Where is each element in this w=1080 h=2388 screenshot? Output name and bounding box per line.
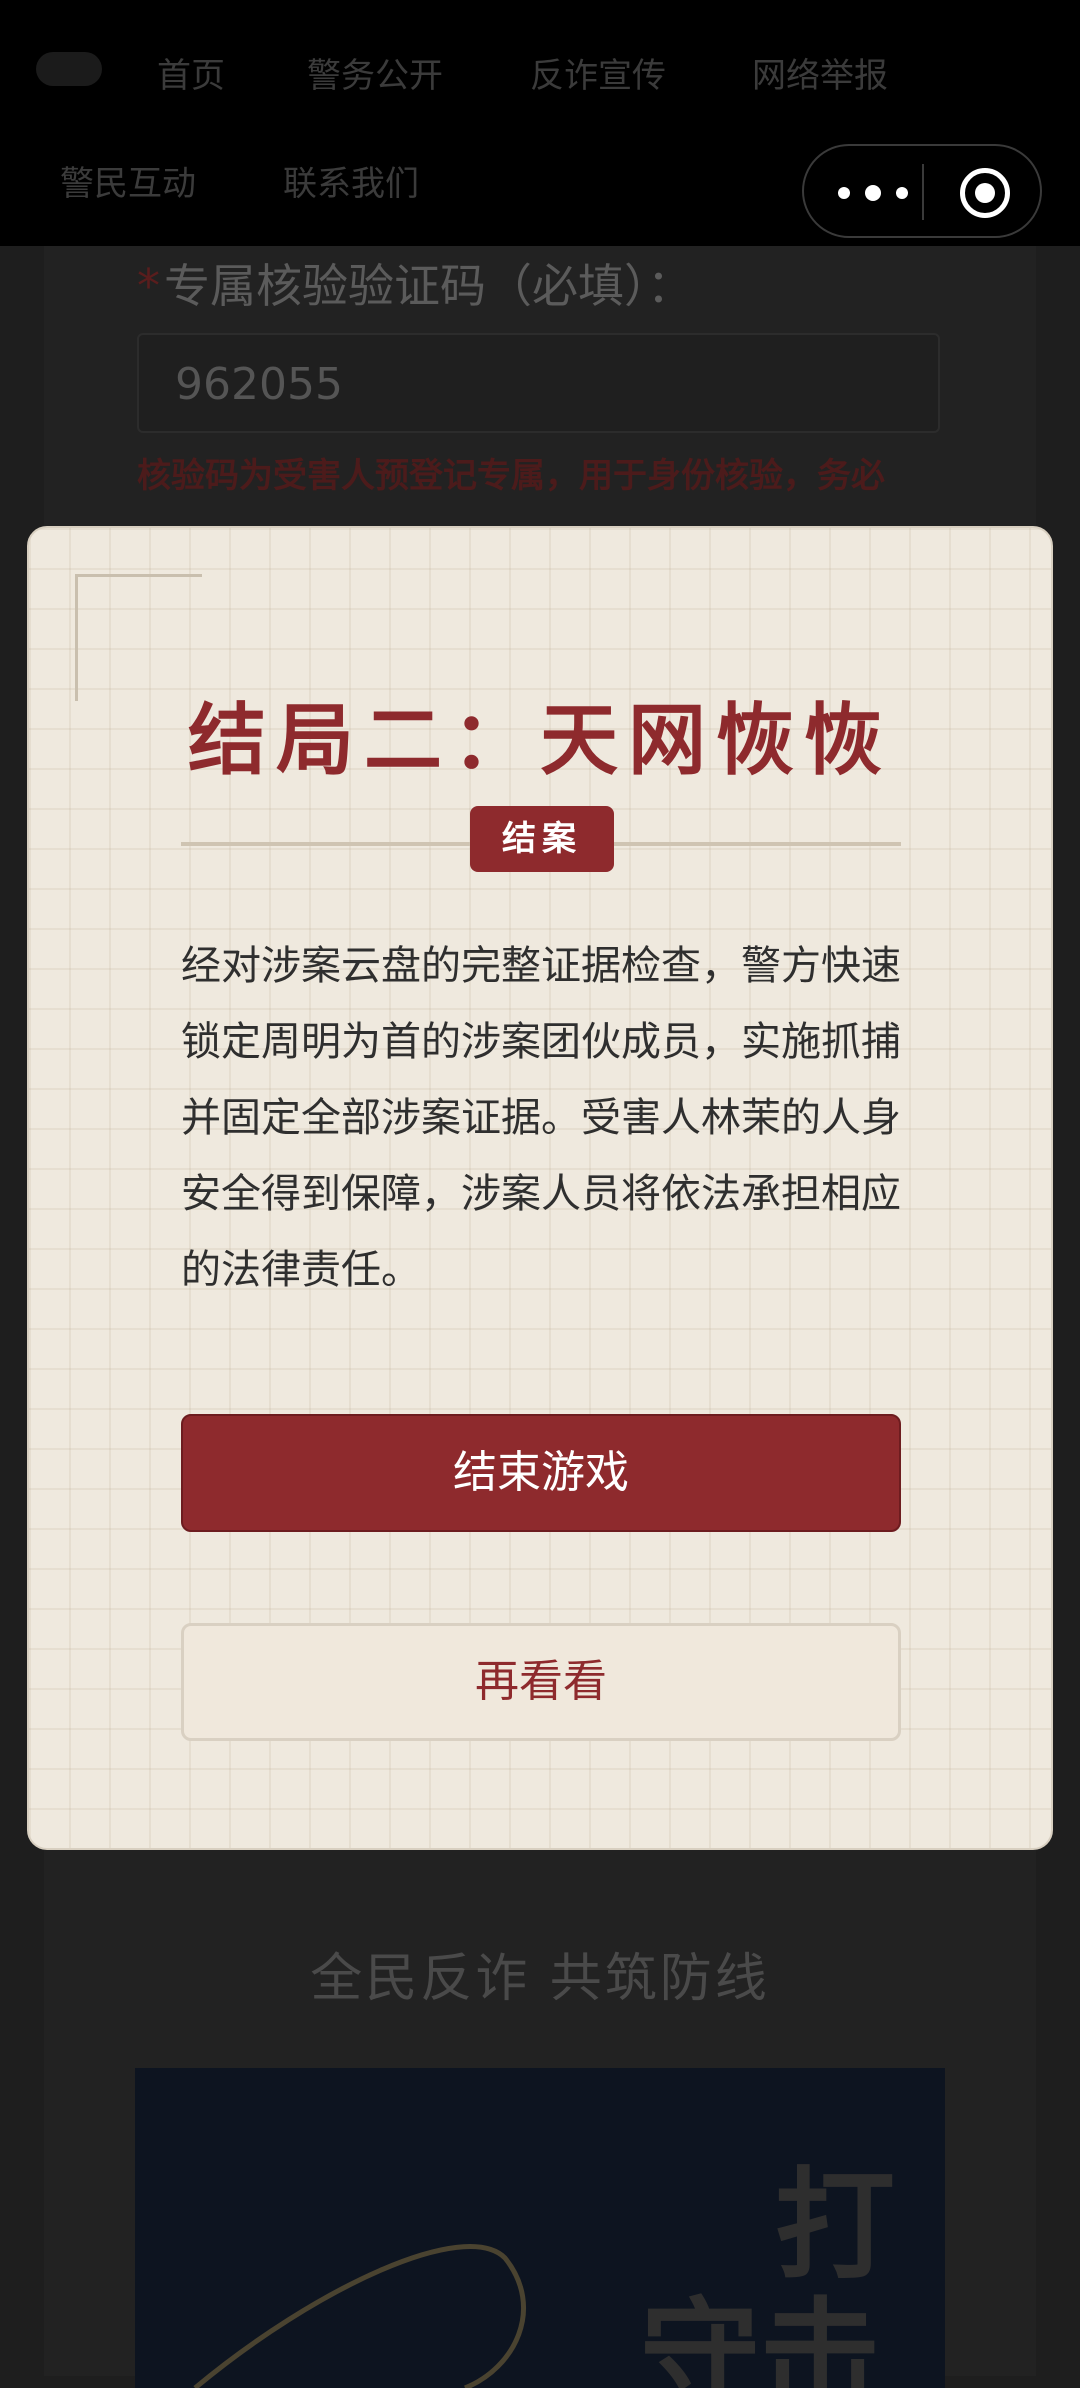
nav-item-anti-fraud[interactable]: 反诈宣传 — [530, 48, 666, 97]
capsule-divider — [922, 164, 924, 220]
verification-code-label-text: 专属核验验证码（必填）： — [164, 259, 693, 313]
verification-code-note: 核验码为受害人预登记专属，用于身份核验，务必 — [137, 456, 885, 496]
end-game-button[interactable]: 结束游戏 — [181, 1414, 901, 1532]
miniprogram-capsule — [802, 144, 1042, 238]
case-closed-badge: 结案 — [470, 806, 614, 872]
footer-slogan: 全民反诈 共筑防线 — [310, 1949, 770, 2009]
look-again-button[interactable]: 再看看 — [181, 1623, 901, 1741]
ending-modal: 结局二：天网恢恢 结案 经对涉案云盘的完整证据检查，警方快速锁定周明为首的涉案团… — [27, 526, 1053, 1850]
nav-item-home[interactable]: 首页 — [157, 48, 225, 97]
more-dots-icon[interactable] — [838, 178, 908, 208]
verification-code-label: *专属核验验证码（必填）： — [137, 250, 693, 316]
verification-code-value: 962055 — [175, 359, 343, 410]
target-close-icon[interactable] — [960, 168, 1010, 218]
nav-item-contact[interactable]: 联系我们 — [283, 156, 419, 205]
nav-item-interaction[interactable]: 警民互动 — [60, 156, 196, 205]
required-mark: * — [137, 259, 160, 313]
verification-code-input[interactable]: 962055 — [137, 333, 940, 433]
anti-fraud-poster: 打 守击 — [135, 2068, 945, 2388]
nav-toggle-switch[interactable] — [36, 52, 102, 86]
poster-text-2: 守击 — [640, 2285, 880, 2388]
ending-title: 结局二：天网恢恢 — [187, 696, 892, 786]
top-navigation-bar: 首页 警务公开 反诈宣传 网络举报 警民互动 联系我们 — [0, 0, 1080, 246]
ending-description: 经对涉案云盘的完整证据检查，警方快速锁定周明为首的涉案团伙成员，实施抓捕并固定全… — [181, 943, 901, 1293]
nav-item-police-affairs[interactable]: 警务公开 — [307, 48, 443, 97]
nav-item-report[interactable]: 网络举报 — [752, 48, 888, 97]
